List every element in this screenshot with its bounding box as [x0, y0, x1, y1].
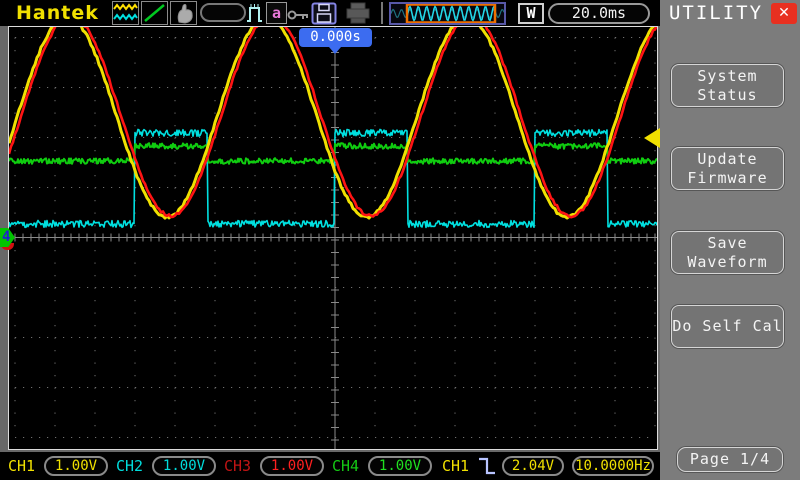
measure-line-glyph [144, 4, 165, 22]
trigger-source-label[interactable]: CH1 [442, 456, 469, 476]
trigger-level-value[interactable]: 2.04V [502, 456, 564, 476]
save-waveform-label: Save Waveform [687, 233, 768, 271]
trace-ch1 [9, 27, 655, 220]
acquisition-w-icon[interactable]: W [518, 3, 544, 24]
preview-wave [390, 3, 505, 24]
toolbar-separator [381, 2, 383, 24]
save-waveform-button[interactable]: Save Waveform [671, 231, 784, 274]
ch1-scale[interactable]: 1.00V [44, 456, 108, 476]
ch3-label[interactable]: CH3 [224, 456, 251, 476]
system-status-label: System Status [697, 66, 758, 104]
system-status-button[interactable]: System Status [671, 64, 784, 107]
ch4-marker-label: 4 [2, 229, 11, 245]
acquisition-letter: W [526, 4, 536, 22]
scope-display: 0.000s 4 [0, 26, 660, 452]
hand-icon[interactable] [170, 1, 197, 25]
do-self-cal-label: Do Self Cal [672, 317, 783, 335]
timebase-value: 20.0ms [571, 4, 627, 22]
print-icon[interactable] [344, 2, 372, 24]
close-button[interactable]: ✕ [771, 3, 797, 24]
ch3-scale[interactable]: 1.00V [260, 456, 324, 476]
waveform-canvas [9, 27, 657, 449]
page-indicator-button[interactable]: Page 1/4 [677, 447, 783, 472]
channels-icon-glyph [113, 3, 138, 21]
trace-ch3 [9, 27, 657, 219]
update-firmware-button[interactable]: Update Firmware [671, 147, 784, 190]
status-bar: CH1 1.00V CH2 1.00V CH3 1.00V CH4 1.00V … [0, 452, 660, 480]
timebase-display[interactable]: 20.0ms [548, 3, 650, 24]
page-indicator-label: Page 1/4 [689, 450, 771, 468]
utility-menu: UTILITY ✕ System Status Update Firmware … [660, 0, 800, 480]
trigger-time-balloon[interactable]: 0.000s [299, 28, 372, 47]
save-glyph [311, 2, 337, 25]
waveform-grid: 0.000s 4 [0, 26, 660, 450]
center-axes [9, 27, 657, 449]
pulse-glyph [247, 4, 262, 22]
hand-glyph [177, 4, 193, 24]
ch2-scale[interactable]: 1.00V [152, 456, 216, 476]
annotation-a-letter: a [271, 4, 282, 22]
oscilloscope-app: Hantek a W 20.0ms 0.000s 4 CH1 1.00V CH2… [0, 0, 800, 480]
trigger-frequency-value[interactable]: 10.0000Hz [572, 456, 654, 476]
do-self-cal-button[interactable]: Do Self Cal [671, 305, 784, 348]
falling-edge-icon[interactable] [478, 457, 497, 475]
empty-slot [200, 3, 246, 22]
brand-logo: Hantek [16, 2, 99, 24]
falling-edge-glyph [479, 457, 495, 475]
ch4-scale[interactable]: 1.00V [368, 456, 432, 476]
ch4-label[interactable]: CH4 [332, 456, 359, 476]
measure-line-icon[interactable] [141, 1, 168, 25]
close-icon: ✕ [778, 5, 790, 21]
toolbar: Hantek a W 20.0ms [0, 0, 660, 26]
channels-icon[interactable] [112, 1, 139, 25]
key-icon[interactable] [287, 7, 310, 20]
annotation-a-icon[interactable]: a [266, 2, 287, 24]
print-glyph [346, 2, 370, 24]
ch2-label[interactable]: CH2 [116, 456, 143, 476]
update-firmware-label: Update Firmware [687, 149, 768, 187]
ch1-label[interactable]: CH1 [8, 456, 35, 476]
trigger-time-pointer-icon [329, 47, 341, 54]
trigger-time-label: 0.000s [310, 29, 361, 45]
key-glyph [287, 10, 308, 20]
save-icon[interactable] [311, 2, 337, 25]
menu-title: UTILITY [668, 2, 764, 24]
pulse-icon[interactable] [246, 2, 264, 24]
waveform-preview[interactable] [389, 2, 506, 25]
